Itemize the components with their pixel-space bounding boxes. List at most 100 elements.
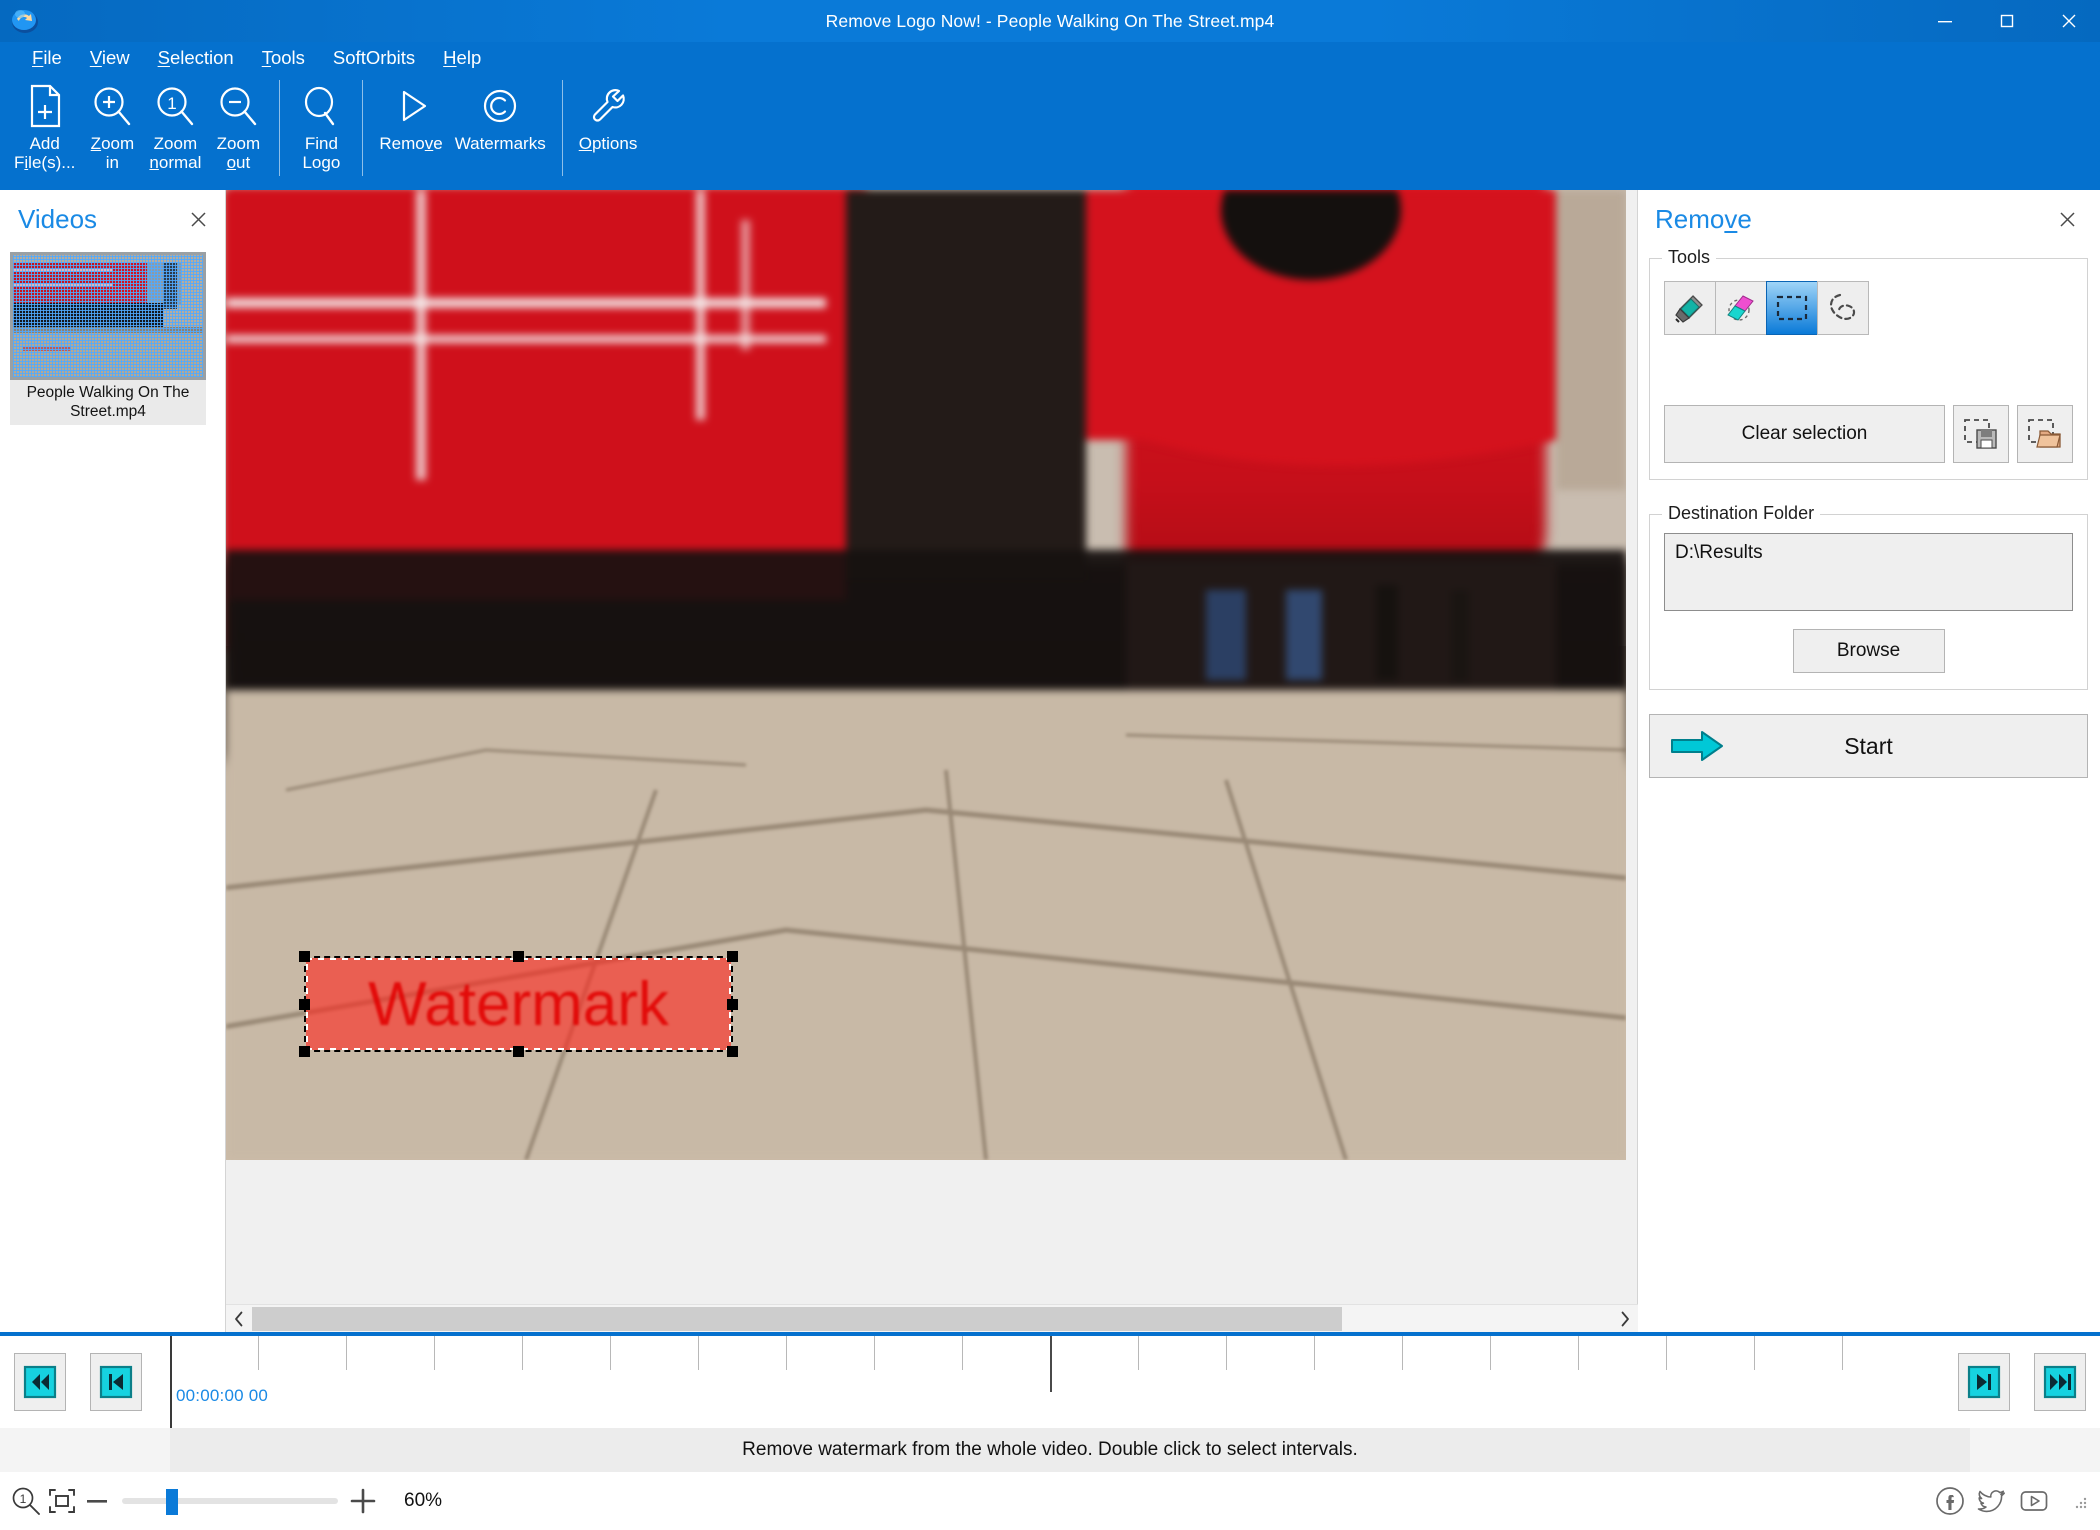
destination-path-input[interactable] [1664,533,2073,611]
toolbar-zoom-out[interactable]: Zoom out [207,74,269,172]
resize-handle-ne[interactable] [727,951,738,962]
zoom-in-icon [90,80,134,132]
resize-handle-n[interactable] [513,951,524,962]
timeline-row: 00:00:00 00 [0,1336,2100,1428]
svg-text:1: 1 [168,94,177,113]
menu-help[interactable]: Help [429,47,495,69]
resize-handle-e[interactable] [727,999,738,1010]
load-selection-icon [2028,419,2061,448]
selection-marching-ants [304,956,733,1052]
lasso-select-tool-button[interactable] [1817,281,1869,335]
resize-handle-w[interactable] [299,999,310,1010]
facebook-icon[interactable] [1934,1485,1966,1517]
video-list-item[interactable]: People Walking On The Street.mp4 [10,252,206,425]
zoom-slider[interactable] [122,1483,338,1519]
youtube-icon[interactable] [2018,1485,2050,1517]
zoom-slider-track [122,1498,338,1504]
lasso-icon [1829,293,1856,320]
status-bar-message: Remove watermark from the whole video. D… [742,1439,1358,1460]
timeline-tick [1666,1336,1667,1370]
marker-tool-button[interactable] [1664,281,1716,335]
video-preview[interactable]: Watermark [226,190,1626,1160]
resize-handle-nw[interactable] [299,951,310,962]
resize-grip-icon[interactable] [2074,1496,2088,1510]
browse-button[interactable]: Browse [1792,629,1945,673]
timeline-tick [346,1336,347,1370]
zoom-slider-thumb[interactable] [166,1489,178,1515]
svg-text:1: 1 [20,1492,27,1506]
chevron-left-icon [235,1311,243,1326]
rewind-to-start-button[interactable] [14,1353,66,1411]
menu-selection[interactable]: Selection [144,47,248,69]
resize-handle-se[interactable] [727,1046,738,1057]
menu-file[interactable]: FFileile [18,47,76,69]
clear-selection-button[interactable]: Clear selection [1664,405,1945,463]
videos-panel-header: Videos [2,190,225,248]
scroll-left-button[interactable] [226,1305,252,1333]
timeline-tick [1754,1336,1755,1370]
title-bar: Remove Logo Now! - People Walking On The… [0,0,2100,42]
status-bar-right-pad [1970,1428,2100,1472]
video-thumbnail[interactable] [10,252,206,380]
toolbar-separator-3 [561,80,563,176]
resize-handle-sw[interactable] [299,1046,310,1057]
menu-bar: FFileile View Selection Tools SoftOrbits… [0,42,2100,74]
scrollbar-track[interactable] [252,1305,1612,1333]
toolbar-separator-1 [279,80,281,176]
zoom-normal-button[interactable]: 1 [8,1483,44,1519]
previous-frame-button[interactable] [90,1353,142,1411]
resize-handle-s[interactable] [513,1046,524,1057]
menu-tools[interactable]: Tools [248,47,319,69]
timeline-tick [1314,1336,1315,1370]
toolbar-add-files[interactable]: Add File(s)... [8,74,81,172]
close-button[interactable] [2038,0,2100,42]
eraser-icon [1727,295,1754,321]
menu-view[interactable]: View [76,47,144,69]
canvas-horizontal-scrollbar[interactable] [226,1304,1638,1332]
plus-icon [350,1488,376,1514]
videos-panel-close-button[interactable] [185,206,211,232]
fit-to-window-button[interactable] [44,1483,80,1519]
scrollbar-thumb[interactable] [252,1306,1342,1331]
prev-frame-icon [99,1365,133,1399]
watermark-selection[interactable]: Watermark [299,951,738,1057]
load-selection-button[interactable] [2017,405,2073,463]
rewind-start-icon [23,1365,57,1399]
window-title: Remove Logo Now! - People Walking On The… [825,11,1275,31]
zoom-normal-icon: 1 [153,80,197,132]
timeline-tick [434,1336,435,1370]
start-button[interactable]: Start [1649,714,2088,778]
eraser-tool-button[interactable] [1715,281,1767,335]
menu-softorbits[interactable]: SoftOrbits [319,47,429,69]
twitter-icon[interactable] [1976,1485,2008,1517]
toolbar-zoom-normal-label: Zoom normal [149,134,202,172]
social-links [1934,1472,2050,1530]
toolbar-zoom-normal[interactable]: 1 Zoom normal [143,74,207,172]
zoom-in-button[interactable] [346,1487,380,1515]
timeline-tick [1578,1336,1579,1370]
maximize-button[interactable] [1976,0,2038,42]
rectangle-select-tool-button[interactable] [1766,281,1818,335]
zoom-out-button[interactable] [80,1488,114,1514]
toolbar-remove[interactable]: Remove [373,74,448,153]
timeline-playhead[interactable] [170,1336,172,1428]
toolbar-add-files-label: Add File(s)... [14,134,76,172]
maximize-icon [2000,14,2014,28]
toolbar-watermarks-label: Watermarks [454,134,546,153]
toolbar-watermarks[interactable]: Watermarks [449,74,552,153]
tools-row [1664,281,2073,335]
toolbar-zoom-in[interactable]: Zoom in [81,74,143,172]
timeline-tick [258,1336,259,1370]
remove-panel-close-button[interactable] [2054,206,2080,232]
minimize-button[interactable] [1914,0,1976,42]
timeline-tick [1402,1336,1403,1370]
selection-actions-row: Clear selection [1664,405,2073,463]
toolbar-options[interactable]: Options [573,74,644,153]
toolbar-remove-label: Remove [379,134,443,153]
timeline-tick-major [1050,1336,1052,1392]
toolbar-find-logo[interactable]: Find Logo [290,74,352,172]
timeline-ruler[interactable] [170,1336,2100,1428]
scroll-right-button[interactable] [1612,1305,1638,1333]
marker-icon [1675,295,1703,323]
save-selection-button[interactable] [1953,405,2009,463]
